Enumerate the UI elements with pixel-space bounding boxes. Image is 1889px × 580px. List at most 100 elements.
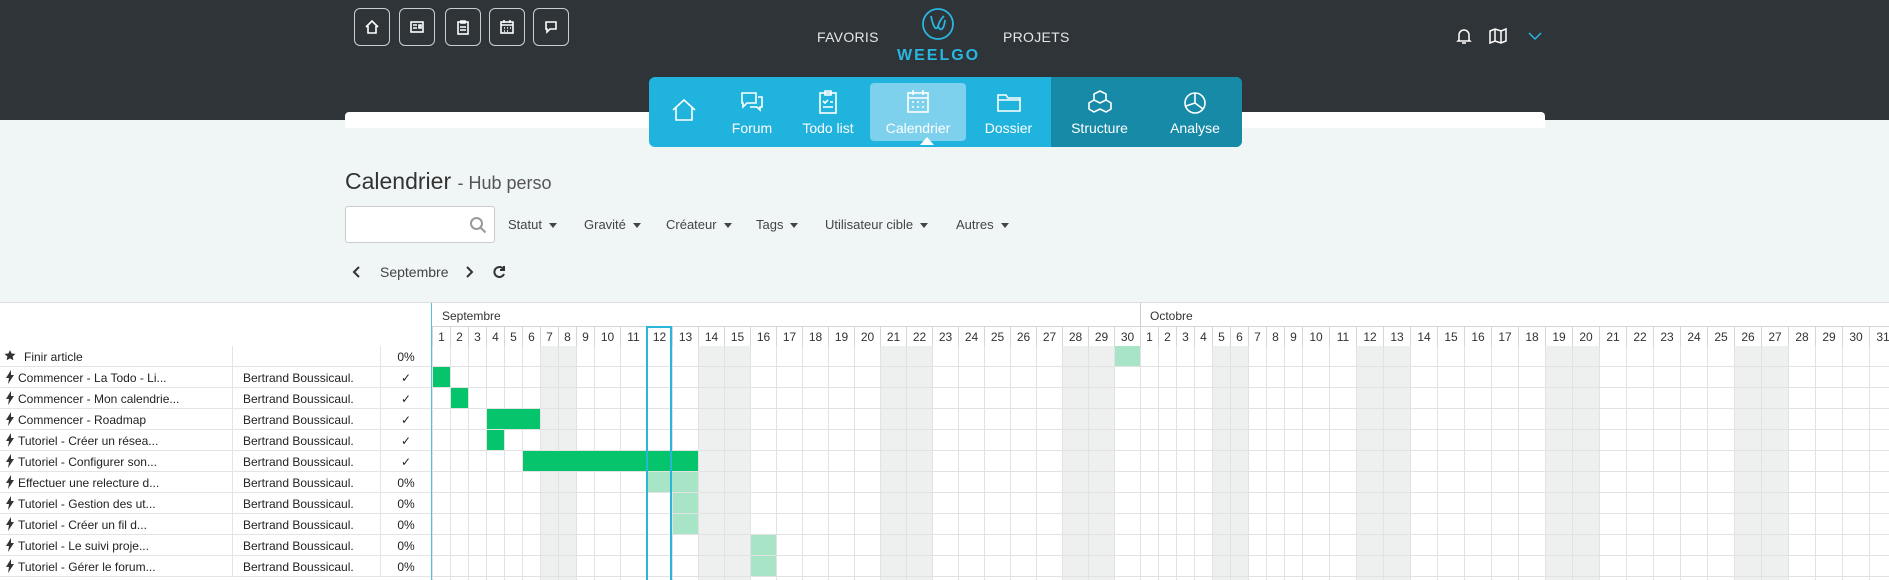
- page-subtitle: - Hub perso: [457, 173, 552, 193]
- day-gridline: [1572, 346, 1573, 580]
- day-header: 30: [1114, 326, 1140, 346]
- day-gridline: [1869, 346, 1870, 580]
- module-calendrier[interactable]: Calendrier: [870, 83, 966, 141]
- task-row[interactable]: Tutoriel - Créer un résea... Bertrand Bou…: [0, 430, 431, 451]
- day-gridline: [1356, 346, 1357, 580]
- task-row[interactable]: Effectuer une relecture d... Bertrand Bou…: [0, 472, 431, 493]
- filter-statut[interactable]: Statut: [508, 217, 557, 232]
- day-header: 8: [558, 326, 576, 346]
- bolt-icon: [4, 496, 16, 510]
- day-gridline: [504, 346, 505, 580]
- next-month-button[interactable]: [462, 264, 476, 280]
- day-gridline: [854, 346, 855, 580]
- task-bar[interactable]: [487, 430, 504, 450]
- day-header: 25: [1707, 326, 1734, 346]
- star-icon: [4, 349, 16, 363]
- weekend-column: [1572, 346, 1599, 580]
- task-assignee: Bertrand Boussicaul.: [232, 451, 380, 472]
- prev-month-button[interactable]: [350, 264, 364, 280]
- day-gridline: [1734, 346, 1735, 580]
- task-row[interactable]: Commencer - Mon calendrie... Bertrand Bou…: [0, 388, 431, 409]
- home-button[interactable]: [354, 8, 390, 46]
- task-bar[interactable]: [751, 556, 776, 576]
- bolt-icon: [4, 517, 16, 531]
- chat-button[interactable]: [533, 8, 569, 46]
- task-title: Commencer - Mon calendrie...: [18, 392, 180, 406]
- module-structure[interactable]: Structure: [1051, 77, 1148, 147]
- current-month-label: Septembre: [380, 264, 449, 280]
- task-row[interactable]: Tutoriel - Gestion des ut... Bertrand Bou…: [0, 493, 431, 514]
- page-title: Calendrier - Hub perso: [345, 168, 552, 195]
- day-header: 19: [1545, 326, 1572, 346]
- filter-tags[interactable]: Tags: [756, 217, 798, 232]
- task-row[interactable]: Commencer - La Todo - Li... Bertrand Bous…: [0, 367, 431, 388]
- day-header: 16: [1464, 326, 1491, 346]
- favoris-link[interactable]: FAVORIS: [817, 29, 879, 45]
- module-dossier[interactable]: Dossier: [966, 77, 1051, 147]
- filter-gravite[interactable]: Gravité: [584, 217, 641, 232]
- day-header: 26: [1010, 326, 1036, 346]
- notifications-button[interactable]: [1454, 26, 1474, 46]
- day-header: 28: [1788, 326, 1815, 346]
- weekend-column: [906, 346, 932, 580]
- weelgo-logo[interactable]: WEELGO: [897, 6, 979, 68]
- task-row[interactable]: Tutoriel - Gérer le forum... Bertrand Bou…: [0, 556, 431, 577]
- day-header: 1: [1140, 326, 1158, 346]
- logo-text: WEELGO: [897, 47, 981, 64]
- day-gridline: [984, 346, 985, 580]
- cubes-icon: [1087, 90, 1112, 113]
- filter-utilisateur-cible[interactable]: Utilisateur cible: [825, 217, 928, 232]
- task-bar[interactable]: [1115, 346, 1140, 366]
- task-row[interactable]: Tutoriel - Créer un fil d... Bertrand Bou…: [0, 514, 431, 535]
- task-bar[interactable]: [433, 367, 450, 387]
- task-row[interactable]: Finir article 0%: [0, 346, 431, 367]
- refresh-icon: [493, 266, 506, 278]
- day-gridline: [1383, 346, 1384, 580]
- task-row[interactable]: Tutoriel - Le suivi proje... Bertrand Bou…: [0, 535, 431, 556]
- user-menu-toggle[interactable]: [1525, 26, 1545, 46]
- day-header: 7: [540, 326, 558, 346]
- weekend-column: [724, 346, 750, 580]
- task-title: Effectuer une relecture d...: [18, 476, 160, 490]
- calendar-button[interactable]: [489, 8, 525, 46]
- day-header: 29: [1088, 326, 1114, 346]
- day-gridline: [450, 346, 451, 580]
- month-navigation: Septembre: [350, 262, 506, 282]
- task-row[interactable]: Commencer - Roadmap Bertrand Boussicaul. ✓: [0, 409, 431, 430]
- day-header: 9: [576, 326, 594, 346]
- day-header: 6: [522, 326, 540, 346]
- day-gridline: [1491, 346, 1492, 580]
- module-forum[interactable]: Forum: [718, 77, 786, 147]
- projets-link[interactable]: PROJETS: [1003, 29, 1070, 45]
- day-header: 13: [1383, 326, 1410, 346]
- map-button[interactable]: [1488, 26, 1508, 46]
- filter-createur[interactable]: Créateur: [666, 217, 732, 232]
- task-bar[interactable]: [451, 388, 468, 408]
- task-title: Tutoriel - Créer un fil d...: [18, 518, 147, 532]
- module-analyse[interactable]: Analyse: [1148, 77, 1242, 147]
- month-header: Octobre: [1150, 309, 1193, 323]
- day-header: 3: [468, 326, 486, 346]
- task-assignee: Bertrand Boussicaul.: [232, 556, 380, 577]
- search-input[interactable]: [345, 206, 495, 243]
- day-header: 2: [450, 326, 468, 346]
- day-header: 26: [1734, 326, 1761, 346]
- day-gridline: [1626, 346, 1627, 580]
- task-bar[interactable]: [487, 409, 540, 429]
- module-home[interactable]: [649, 77, 718, 147]
- clipboard-button[interactable]: [445, 8, 481, 46]
- day-gridline: [1518, 346, 1519, 580]
- day-header: 12: [1356, 326, 1383, 346]
- task-bar[interactable]: [673, 514, 698, 534]
- day-gridline: [802, 346, 803, 580]
- task-bar[interactable]: [751, 535, 776, 555]
- task-row[interactable]: Tutoriel - Configurer son... Bertrand Bou…: [0, 451, 431, 472]
- refresh-button[interactable]: [492, 264, 506, 280]
- module-todo[interactable]: Todo list: [786, 77, 870, 147]
- filter-autres[interactable]: Autres: [956, 217, 1009, 232]
- news-button[interactable]: [399, 8, 435, 46]
- day-gridline: [1437, 346, 1438, 580]
- task-bar[interactable]: [673, 493, 698, 513]
- day-gridline: [1140, 346, 1141, 580]
- home-icon: [671, 98, 696, 121]
